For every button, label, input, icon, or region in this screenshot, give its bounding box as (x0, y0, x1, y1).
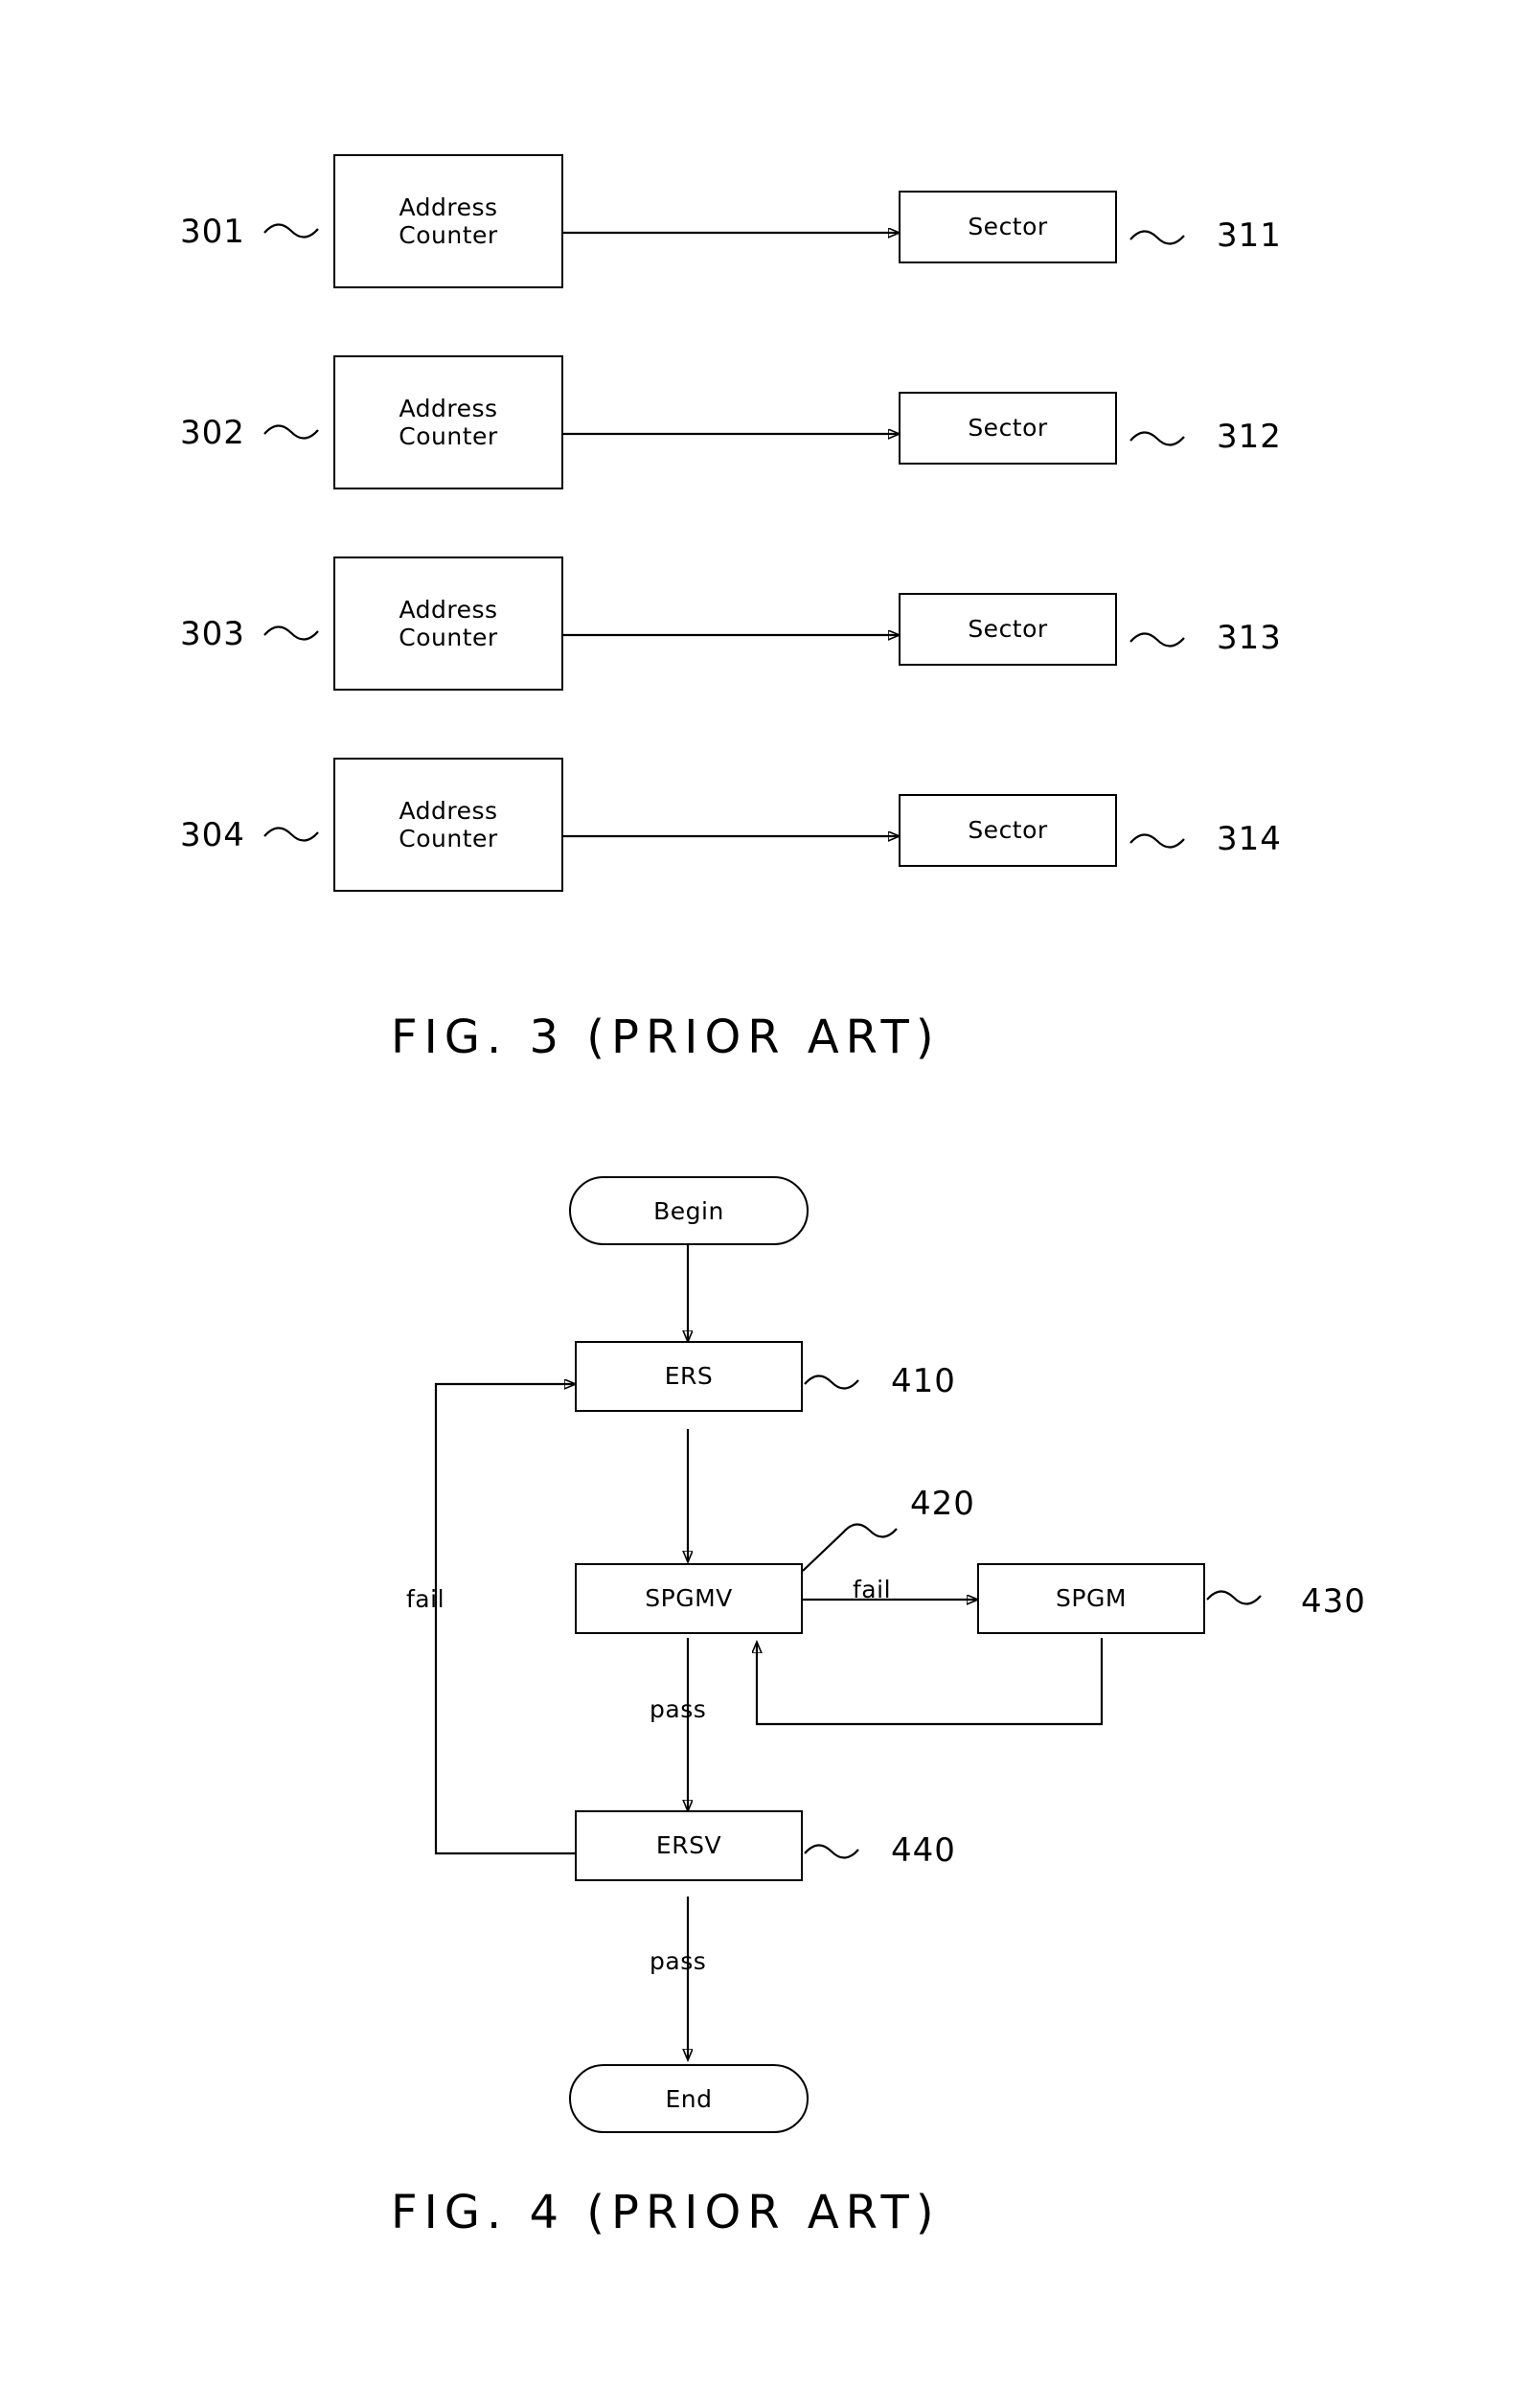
address-counter-line1: Address (399, 193, 498, 221)
fig3-ref-311: 311 (1217, 216, 1282, 255)
sector-label-4: Sector (968, 816, 1048, 845)
address-counter-line2: Counter (399, 422, 498, 450)
fig4-edge-label-pass-ersv: pass (650, 1947, 707, 1975)
fig4-begin-node: Begin (569, 1176, 809, 1245)
fig3-ref-301: 301 (180, 213, 245, 251)
fig3-ref-312: 312 (1217, 418, 1282, 456)
address-counter-line1: Address (399, 796, 498, 825)
end-label: End (665, 2084, 713, 2113)
fig3-ref-303: 303 (180, 615, 245, 653)
fig3-ref-304: 304 (180, 816, 245, 854)
fig3-address-counter-1: Address Counter (333, 154, 563, 288)
fig3-address-counter-2: Address Counter (333, 355, 563, 489)
fig4-end-node: End (569, 2064, 809, 2133)
fig3-sector-1: Sector (899, 191, 1117, 263)
address-counter-line2: Counter (399, 221, 498, 249)
fig4-ers-node: ERS (575, 1341, 803, 1412)
fig4-ref-430: 430 (1301, 1582, 1366, 1621)
fig3-sector-4: Sector (899, 794, 1117, 867)
fig3-address-counter-3: Address Counter (333, 557, 563, 691)
fig3-address-counter-4: Address Counter (333, 758, 563, 892)
sector-label-2: Sector (968, 414, 1048, 443)
fig4-spgmv-node: SPGMV (575, 1563, 803, 1634)
begin-label: Begin (653, 1196, 724, 1225)
fig4-edge-label-fail-spgmv: fail (853, 1576, 892, 1603)
address-counter-line1: Address (399, 394, 498, 422)
ers-label: ERS (664, 1362, 714, 1391)
spgmv-label: SPGMV (645, 1584, 733, 1613)
fig3-ref-302: 302 (180, 414, 245, 452)
patent-drawing-sheet: Address Counter 301 Sector 311 Address C… (0, 0, 1528, 2408)
fig4-ref-440: 440 (891, 1831, 956, 1870)
address-counter-line2: Counter (399, 825, 498, 852)
fig4-edge-label-pass-spgmv: pass (650, 1695, 707, 1723)
fig4-caption: FIG. 4 (PRIOR ART) (391, 2186, 941, 2239)
fig3-caption: FIG. 3 (PRIOR ART) (391, 1011, 941, 1064)
fig4-edge-label-fail-left: fail (406, 1585, 445, 1613)
address-counter-line1: Address (399, 595, 498, 624)
fig3-sector-2: Sector (899, 392, 1117, 465)
sector-label-3: Sector (968, 615, 1048, 644)
spgm-label: SPGM (1056, 1584, 1127, 1613)
fig4-ref-410: 410 (891, 1362, 956, 1400)
fig4-ersv-node: ERSV (575, 1810, 803, 1881)
sector-label-1: Sector (968, 213, 1048, 241)
address-counter-line2: Counter (399, 624, 498, 651)
ersv-label: ERSV (655, 1831, 722, 1860)
fig3-ref-313: 313 (1217, 619, 1282, 657)
fig4-spgm-node: SPGM (977, 1563, 1205, 1634)
fig3-sector-3: Sector (899, 593, 1117, 666)
fig4-ref-420: 420 (910, 1485, 975, 1523)
fig3-ref-314: 314 (1217, 820, 1282, 858)
